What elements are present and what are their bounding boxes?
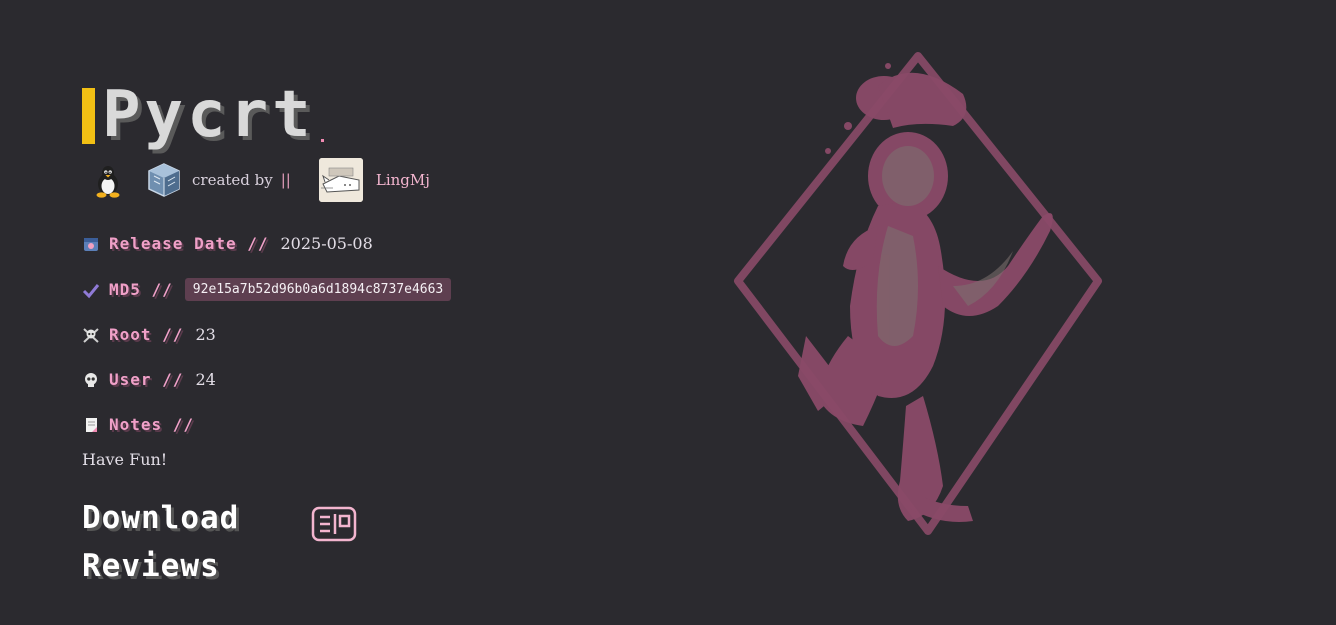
root-field: Root // 23 (82, 325, 216, 344)
author-separator: || (280, 171, 291, 189)
release-date-field: Release Date // 2025-05-08 (82, 234, 373, 253)
md5-label: MD5 // (109, 280, 173, 299)
meta-row: created by || LingMj (90, 158, 430, 202)
reviews-link[interactable]: Reviews (82, 548, 220, 584)
checkmark-icon (82, 283, 100, 298)
root-value: 23 (195, 325, 216, 344)
created-by-label: created by (192, 171, 273, 189)
release-date-value: 2025-05-08 (280, 234, 373, 253)
page-title: Pycrt (102, 78, 315, 152)
memo-icon (86, 417, 97, 432)
machine-page: Pycrt created by || LingMj Release Date … (0, 0, 1336, 625)
reader-mode-icon[interactable] (311, 506, 357, 542)
calendar-icon (84, 237, 98, 251)
title-block: Pycrt (82, 78, 324, 152)
user-field: User // 24 (82, 370, 216, 389)
puss-in-boots-logo (734, 52, 1102, 535)
notes-text: Have Fun! (82, 450, 168, 469)
virtualbox-icon (148, 163, 180, 197)
skull-icon (85, 372, 97, 387)
avatar[interactable] (318, 158, 363, 202)
user-value: 24 (195, 370, 216, 389)
user-label: User // (109, 370, 184, 389)
title-cursor-dot (320, 139, 324, 142)
author-link[interactable]: LingMj (376, 171, 430, 189)
avatar-cat-icon (318, 158, 363, 202)
title-accent-bar (82, 88, 95, 144)
release-date-label: Release Date // (109, 234, 269, 253)
skull-crossbones-icon (83, 327, 99, 343)
md5-field: MD5 // 92e15a7b52d96b0a6d1894c8737e4663 (82, 278, 452, 301)
notes-field: Notes // (82, 415, 206, 434)
linux-tux-icon (96, 166, 120, 198)
notes-label: Notes // (109, 415, 195, 434)
md5-value: 92e15a7b52d96b0a6d1894c8737e4663 (184, 278, 452, 301)
download-link[interactable]: Download (82, 500, 239, 536)
root-label: Root // (109, 325, 184, 344)
